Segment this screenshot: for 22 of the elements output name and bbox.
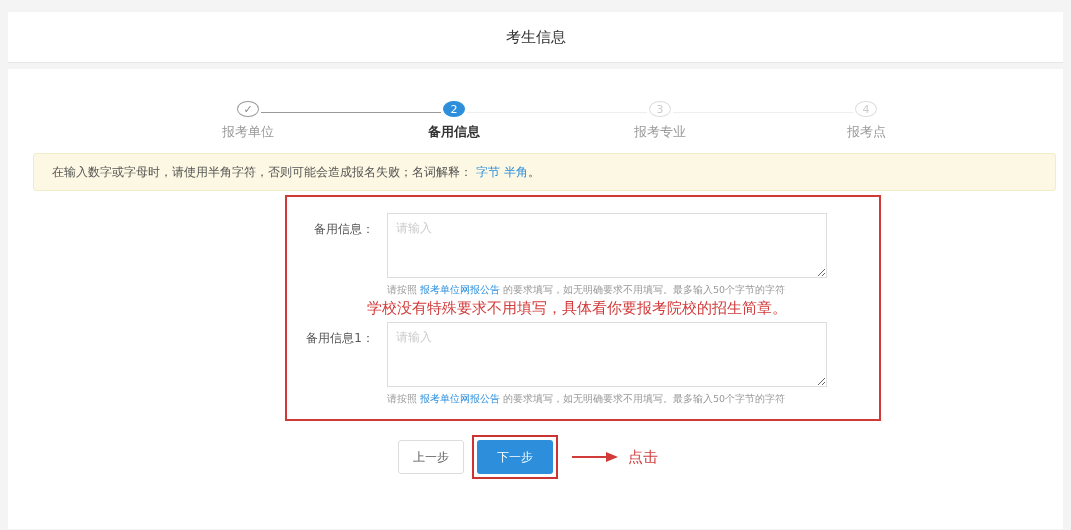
notice-period: 。 xyxy=(528,163,540,181)
term-link[interactable]: 半角 xyxy=(504,163,528,181)
page-header: 考生信息 xyxy=(8,12,1063,63)
next-button[interactable]: 下一步 xyxy=(477,440,553,474)
step-indicator: 2 xyxy=(443,101,465,117)
annotation-text: 点击 xyxy=(628,447,658,467)
hint-text: 请按照 报考单位网报公告 的要求填写，如无明确要求不用填写。最多输入50个字节的字符 xyxy=(387,284,787,297)
hint-text: 请按照 报考单位网报公告 的要求填写，如无明确要求不用填写。最多输入50个字节的字符 xyxy=(387,393,787,406)
announcement-link[interactable]: 报考单位网报公告 xyxy=(420,393,501,404)
step-label: 备用信息 xyxy=(428,123,480,141)
arrow-icon xyxy=(572,451,618,463)
annotation-text: 学校没有特殊要求不用填写，具体看你要报考院校的招生简章。 xyxy=(367,299,788,318)
field-label: 备用信息1： xyxy=(305,330,375,347)
step-label: 报考点 xyxy=(846,123,886,141)
field-label: 备用信息： xyxy=(313,221,375,238)
step-label: 报考专业 xyxy=(634,123,686,141)
back-button[interactable]: 上一步 xyxy=(398,440,464,474)
announcement-link[interactable]: 报考单位网报公告 xyxy=(420,284,501,295)
term-link[interactable]: 字节 xyxy=(476,163,500,181)
step-label: 报考单位 xyxy=(222,123,274,141)
notice-text: 在输入数字或字母时，请使用半角字符，否则可能会造成报名失败；名词解释： xyxy=(52,163,472,181)
step-indicator: ✓ xyxy=(237,101,259,117)
